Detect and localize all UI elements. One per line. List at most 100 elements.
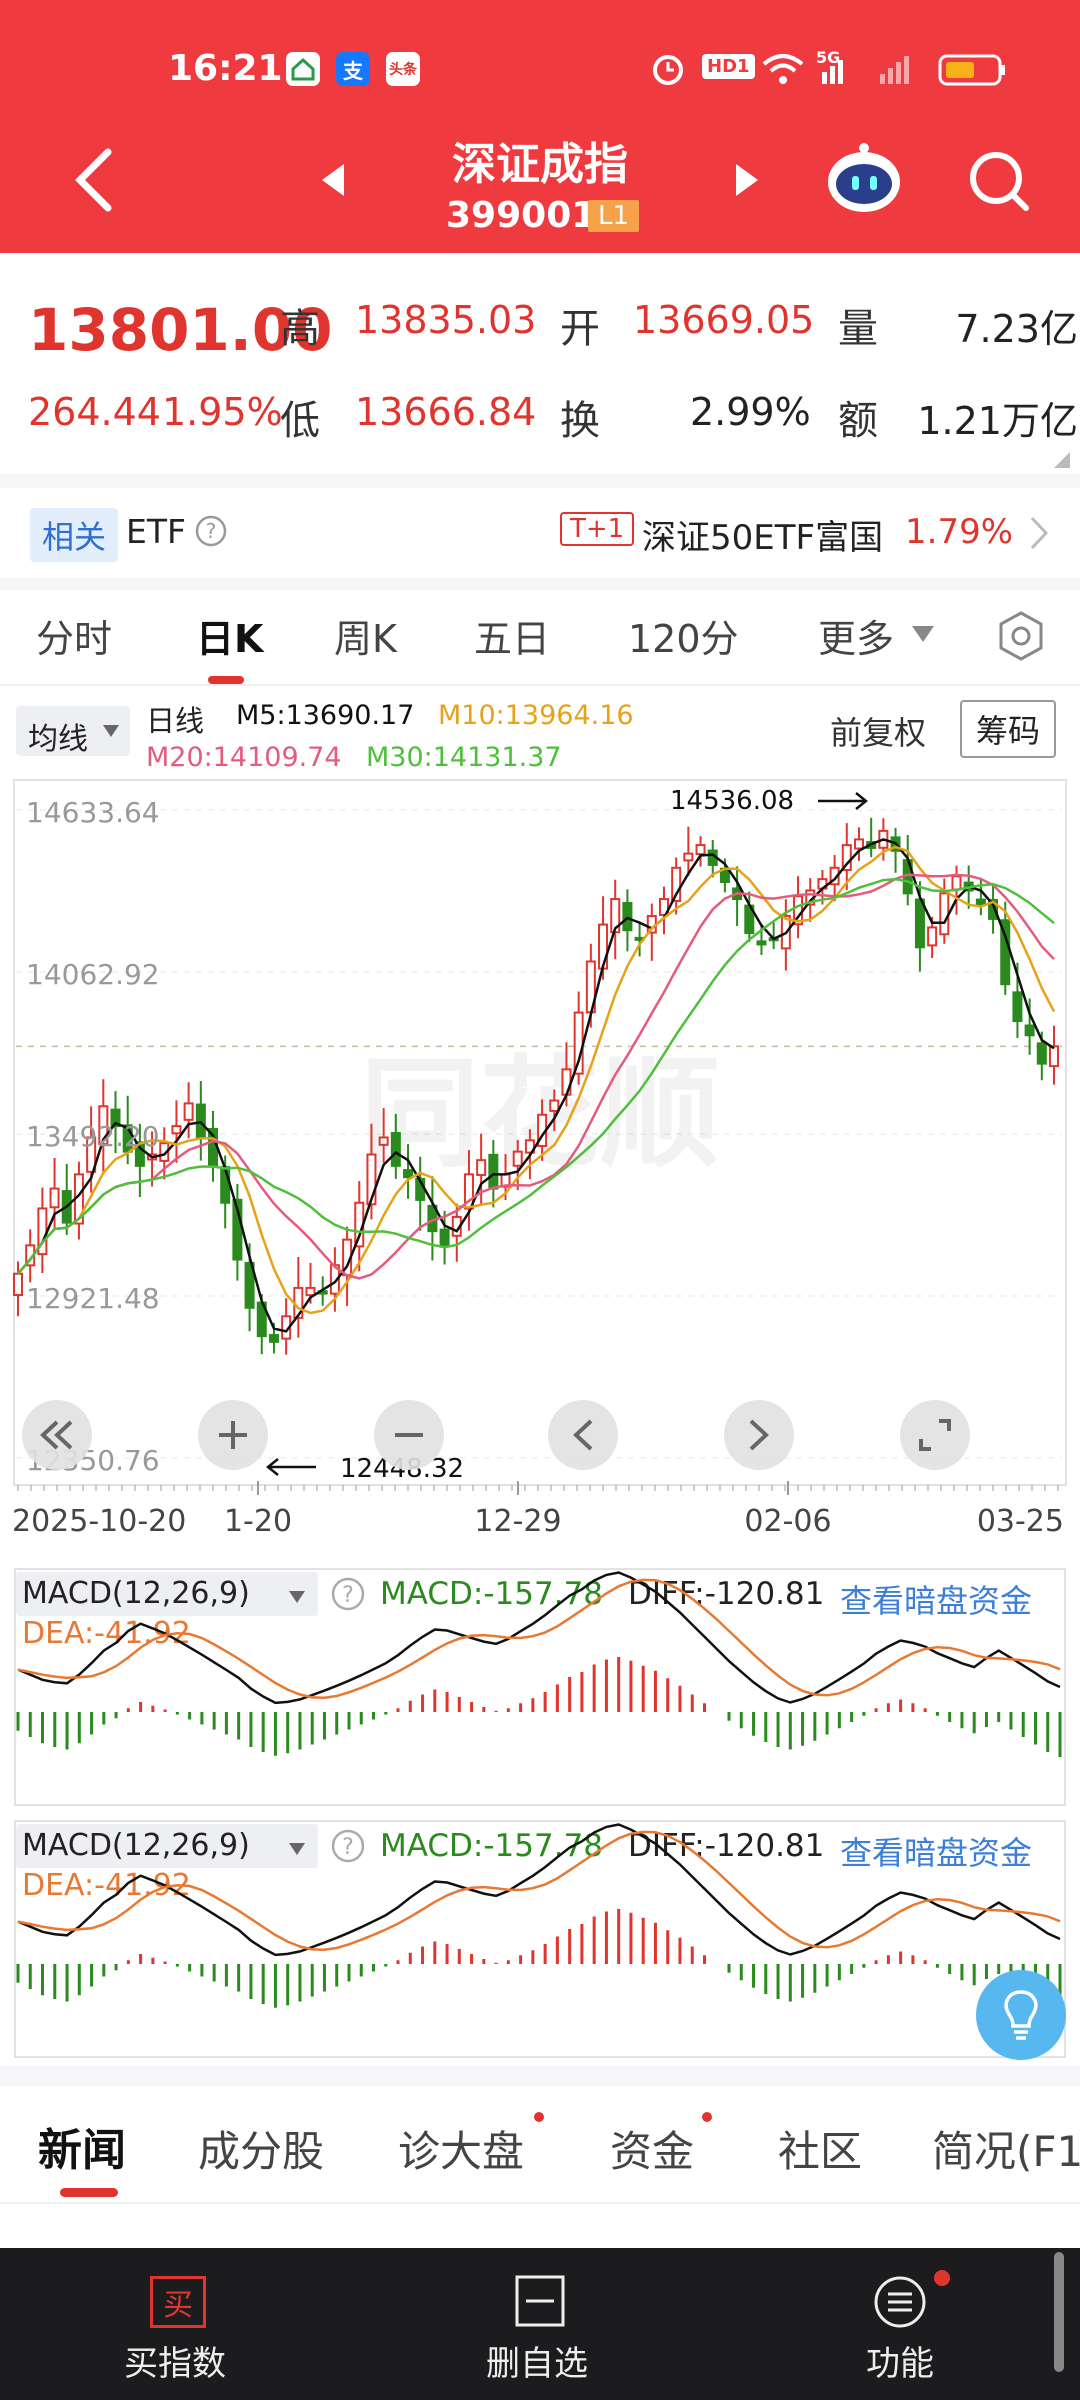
etf-label: ETF — [126, 512, 186, 551]
toutiao-icon: 头条 — [386, 52, 420, 86]
stock-code: 399001 — [446, 195, 597, 236]
app-icon — [286, 52, 320, 86]
candle — [610, 879, 621, 960]
divider — [0, 578, 1080, 590]
hd-icon: HD1 — [702, 54, 755, 79]
tab-120min[interactable]: 120分 — [628, 608, 739, 663]
tab-overview[interactable]: 简况(F1 — [932, 2118, 1080, 2179]
ma5-value: M5:13690.17 — [236, 700, 415, 731]
turnover-value: 2.99% — [690, 390, 811, 434]
candle — [1049, 1025, 1059, 1085]
change-amount: 264.44 — [28, 390, 161, 434]
etf-change: 1.79% — [905, 512, 1014, 552]
search-icon[interactable] — [966, 148, 1032, 214]
signal-icon — [822, 56, 909, 84]
ma10-value: M10:13964.16 — [438, 700, 634, 731]
candle — [195, 1081, 206, 1161]
tab-weekly-k[interactable]: 周K — [334, 608, 397, 663]
candle — [73, 1161, 84, 1240]
tab-funds[interactable]: 资金 — [610, 2118, 694, 2179]
robot-assistant-icon[interactable] — [822, 142, 906, 216]
next-stock-icon[interactable] — [732, 162, 762, 198]
caret-down-icon — [103, 725, 119, 737]
candle — [293, 1257, 304, 1338]
macd-chart — [16, 1571, 1062, 1757]
open-label: 开 — [560, 306, 600, 352]
status-time: 16:21 — [168, 48, 283, 89]
low-value: 13666.84 — [355, 390, 537, 434]
macd-panel-1[interactable]: MACD(12,26,9) ? MACD:-157.78 DIFF:-120.8… — [0, 1562, 1080, 1810]
candle — [732, 866, 743, 926]
rewind-button[interactable] — [22, 1400, 92, 1470]
y-axis-labels: 14633.6414062.9213492.2012921.4812350.76 — [26, 796, 160, 1477]
buy-icon: 买 — [150, 2276, 206, 2328]
divider — [0, 474, 1080, 488]
turnover-label: 换 — [560, 398, 600, 444]
macd-panel-2[interactable]: MACD(12,26,9) ? MACD:-157.78 DIFF:-120.8… — [0, 1814, 1080, 2062]
fullscreen-button[interactable] — [900, 1400, 970, 1470]
x-tick-label: 02-06 — [744, 1504, 831, 1539]
low-label: 低 — [280, 398, 320, 444]
active-tab-indicator — [60, 2188, 118, 2197]
header-bar: 16:21 支 头条 HD1 5G 深证成指 399001 L1 — [0, 0, 1080, 253]
x-tick-label: 03-25 — [977, 1504, 1064, 1539]
amount-label: 额 — [838, 398, 878, 444]
candle — [866, 817, 877, 858]
minus-box-icon — [515, 2275, 565, 2327]
ma30-value: M30:14131.37 — [366, 742, 562, 773]
ma-type: 日线 — [146, 704, 205, 738]
wifi-icon — [762, 54, 804, 84]
chip-distribution-button[interactable]: 筹码 — [960, 700, 1057, 758]
lightbulb-icon — [1004, 1990, 1038, 2040]
tab-news[interactable]: 新闻 — [38, 2114, 126, 2178]
change-percent: 1.95% — [162, 390, 283, 434]
battery-icon — [938, 54, 1005, 86]
tab-components[interactable]: 成分股 — [198, 2118, 324, 2179]
scroll-right-button[interactable] — [724, 1400, 794, 1470]
ma20-value: M20:14109.74 — [146, 742, 342, 773]
tab-community[interactable]: 社区 — [778, 2118, 862, 2179]
amount-value: 1.21万亿 — [917, 399, 1078, 443]
y-tick-label: 12921.48 — [26, 1282, 160, 1315]
caret-down-icon — [912, 626, 934, 642]
arrow-right-icon — [818, 792, 869, 810]
svg-text:?: ? — [206, 519, 217, 543]
buy-index-button[interactable]: 买指数 — [124, 2336, 226, 2385]
tab-fenshi[interactable]: 分时 — [36, 608, 112, 663]
divider — [0, 2202, 1080, 2204]
scrollbar[interactable] — [1054, 2252, 1064, 2372]
expand-corner-icon[interactable] — [1052, 450, 1072, 470]
zoom-in-button[interactable] — [198, 1400, 268, 1470]
scroll-left-button[interactable] — [548, 1400, 618, 1470]
diff-line — [17, 1823, 1061, 1957]
max-price-label: 14536.08 — [670, 786, 794, 816]
tab-diagnose[interactable]: 诊大盘 — [398, 2118, 524, 2179]
tab-five-day[interactable]: 五日 — [474, 608, 550, 663]
candle — [890, 827, 901, 873]
alarm-icon — [653, 55, 683, 85]
adjust-price-button[interactable]: 前复权 — [830, 708, 926, 754]
active-tab-indicator — [208, 676, 244, 684]
candle — [853, 827, 864, 861]
volume-value: 7.23亿 — [955, 307, 1078, 351]
notification-dot — [702, 2112, 712, 2122]
functions-button[interactable]: 功能 — [866, 2336, 934, 2385]
ma-selector-label: 均线 — [28, 722, 88, 757]
y-tick-label: 14633.64 — [26, 796, 160, 829]
menu-circle-icon — [874, 2276, 926, 2328]
help-icon[interactable]: ? — [194, 514, 228, 548]
etf-name: 深证50ETF富国 — [642, 518, 884, 558]
zoom-out-button[interactable] — [374, 1400, 444, 1470]
t1-badge: T+1 — [560, 512, 635, 546]
remove-watchlist-button[interactable]: 删自选 — [486, 2336, 588, 2385]
tab-daily-k[interactable]: 日K — [196, 608, 263, 663]
divider — [0, 2066, 1080, 2086]
high-value: 13835.03 — [355, 298, 537, 342]
arrow-left-icon — [265, 1458, 316, 1476]
candle — [171, 1100, 182, 1163]
settings-icon[interactable] — [996, 610, 1046, 662]
lightbulb-button[interactable] — [976, 1970, 1066, 2060]
high-label: 高 — [280, 306, 320, 352]
tab-more[interactable]: 更多 — [818, 608, 894, 663]
alipay-icon: 支 — [336, 52, 370, 86]
